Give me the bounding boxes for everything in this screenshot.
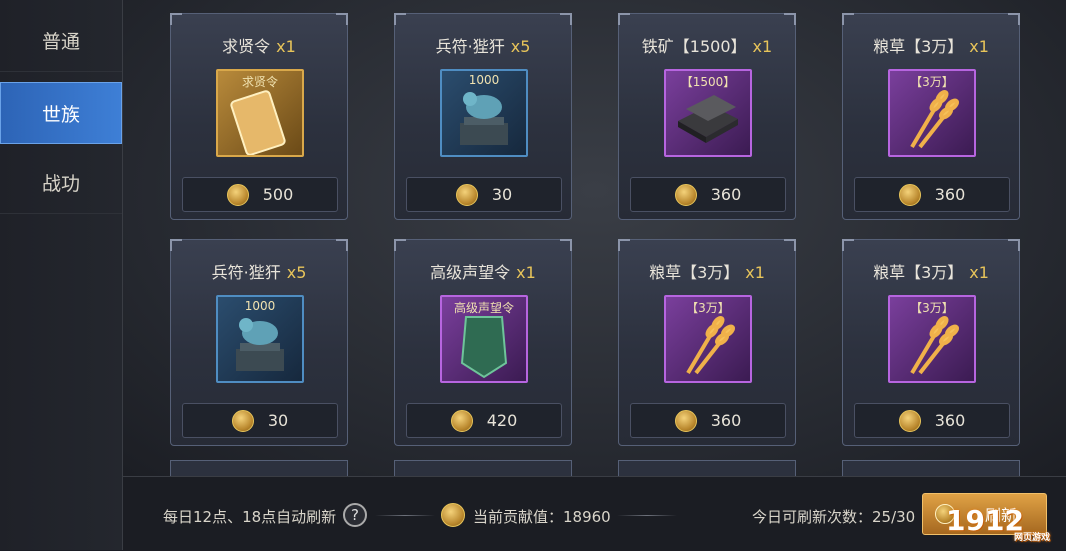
item-name: 求贤令 bbox=[222, 37, 271, 56]
item-price: 360 bbox=[934, 185, 966, 204]
item-title: 兵符·狴犴 x5 bbox=[171, 259, 347, 283]
item-price: 360 bbox=[710, 411, 742, 430]
item-name: 粮草【3万】 bbox=[649, 263, 740, 282]
next-row-card bbox=[842, 460, 1020, 476]
item-price: 30 bbox=[491, 185, 513, 204]
item-name: 高级声望令 bbox=[430, 263, 511, 282]
divider bbox=[617, 515, 677, 516]
shop-item-card[interactable]: 兵符·狴犴 x5 1000 30 bbox=[170, 239, 348, 446]
tab-normal[interactable]: 普通 bbox=[0, 10, 122, 72]
item-name: 粮草【3万】 bbox=[873, 263, 964, 282]
item-quantity: x1 bbox=[516, 263, 536, 282]
coin-icon bbox=[441, 503, 465, 527]
category-sidebar: 普通 世族 战功 bbox=[0, 0, 123, 550]
coin-icon bbox=[455, 183, 478, 206]
wheat-icon[interactable]: 【3万】 bbox=[888, 69, 976, 157]
item-title: 高级声望令 x1 bbox=[395, 259, 571, 283]
item-quantity: x1 bbox=[752, 37, 773, 56]
item-title: 粮草【3万】 x1 bbox=[843, 259, 1019, 283]
shop-item-card[interactable]: 高级声望令 x1 高级声望令 420 bbox=[394, 239, 572, 446]
price-bar[interactable]: 30 bbox=[182, 403, 338, 438]
contribution-value: 当前贡献值：18960 bbox=[473, 508, 611, 526]
item-name: 铁矿【1500】 bbox=[641, 37, 747, 56]
refresh-count: 今日可刷新次数：25/30 bbox=[752, 508, 916, 526]
shop-item-card[interactable]: 求贤令 x1 求贤令 500 bbox=[170, 13, 348, 220]
coin-icon bbox=[674, 409, 697, 432]
price-bar[interactable]: 360 bbox=[854, 177, 1010, 212]
item-price: 30 bbox=[267, 411, 289, 430]
price-bar[interactable]: 500 bbox=[182, 177, 338, 212]
item-quantity: x1 bbox=[969, 37, 989, 56]
item-title: 铁矿【1500】 x1 bbox=[619, 33, 795, 57]
coin-icon bbox=[674, 183, 697, 206]
shop-item-card[interactable]: 粮草【3万】 x1 【3万】 360 bbox=[618, 239, 796, 446]
coin-icon bbox=[898, 183, 921, 206]
iron-ingot-icon[interactable]: 【1500】 bbox=[664, 69, 752, 157]
coin-icon bbox=[898, 409, 921, 432]
help-icon[interactable]: ? bbox=[343, 503, 367, 527]
item-name: 粮草【3万】 bbox=[873, 37, 964, 56]
site-logo: 1912 网页游戏 bbox=[946, 504, 1056, 548]
item-price: 360 bbox=[710, 185, 742, 204]
coin-icon bbox=[226, 183, 249, 206]
item-price: 500 bbox=[262, 185, 294, 204]
coin-icon bbox=[450, 409, 473, 432]
price-bar[interactable]: 30 bbox=[406, 177, 562, 212]
recruit-token-icon[interactable]: 求贤令 bbox=[216, 69, 304, 157]
wheat-icon[interactable]: 【3万】 bbox=[664, 295, 752, 383]
divider bbox=[375, 515, 435, 516]
item-quantity: x1 bbox=[969, 263, 989, 282]
next-row-card bbox=[618, 460, 796, 476]
beast-statue-icon[interactable]: 1000 bbox=[216, 295, 304, 383]
price-bar[interactable]: 420 bbox=[406, 403, 562, 438]
shop-item-card[interactable]: 粮草【3万】 x1 【3万】 360 bbox=[842, 13, 1020, 220]
prestige-token-icon[interactable]: 高级声望令 bbox=[440, 295, 528, 383]
item-quantity: x1 bbox=[745, 263, 765, 282]
price-bar[interactable]: 360 bbox=[630, 177, 786, 212]
coin-icon bbox=[231, 409, 254, 432]
shop-grid: 求贤令 x1 求贤令 500 兵符·狴犴 x5 1000 30 铁矿【1500】 x1 【1500】… bbox=[123, 0, 1066, 476]
next-row-card bbox=[394, 460, 572, 476]
price-bar[interactable]: 360 bbox=[854, 403, 1010, 438]
item-title: 粮草【3万】 x1 bbox=[619, 259, 795, 283]
beast-statue-icon[interactable]: 1000 bbox=[440, 69, 528, 157]
item-title: 粮草【3万】 x1 bbox=[843, 33, 1019, 57]
item-name: 兵符·狴犴 bbox=[211, 263, 281, 282]
shop-item-card[interactable]: 铁矿【1500】 x1 【1500】 360 bbox=[618, 13, 796, 220]
item-price: 360 bbox=[934, 411, 966, 430]
item-price: 420 bbox=[486, 411, 518, 430]
next-row-card bbox=[170, 460, 348, 476]
item-title: 求贤令 x1 bbox=[171, 33, 347, 57]
item-quantity: x5 bbox=[286, 263, 307, 282]
item-quantity: x1 bbox=[276, 37, 296, 56]
logo-text: 1912 bbox=[946, 504, 1024, 537]
item-title: 兵符·狴犴 x5 bbox=[395, 33, 571, 57]
auto-refresh-text: 每日12点、18点自动刷新 bbox=[163, 508, 337, 526]
wheat-icon[interactable]: 【3万】 bbox=[888, 295, 976, 383]
item-quantity: x5 bbox=[510, 37, 531, 56]
tab-clan[interactable]: 世族 bbox=[0, 82, 122, 144]
price-bar[interactable]: 360 bbox=[630, 403, 786, 438]
shop-item-card[interactable]: 兵符·狴犴 x5 1000 30 bbox=[394, 13, 572, 220]
item-name: 兵符·狴犴 bbox=[435, 37, 505, 56]
tab-merit[interactable]: 战功 bbox=[0, 152, 122, 214]
shop-footer: 每日12点、18点自动刷新 ? 当前贡献值：18960 今日可刷新次数：25/3… bbox=[123, 476, 1066, 551]
logo-subtext: 网页游戏 bbox=[1014, 533, 1051, 543]
shop-item-card[interactable]: 粮草【3万】 x1 【3万】 360 bbox=[842, 239, 1020, 446]
